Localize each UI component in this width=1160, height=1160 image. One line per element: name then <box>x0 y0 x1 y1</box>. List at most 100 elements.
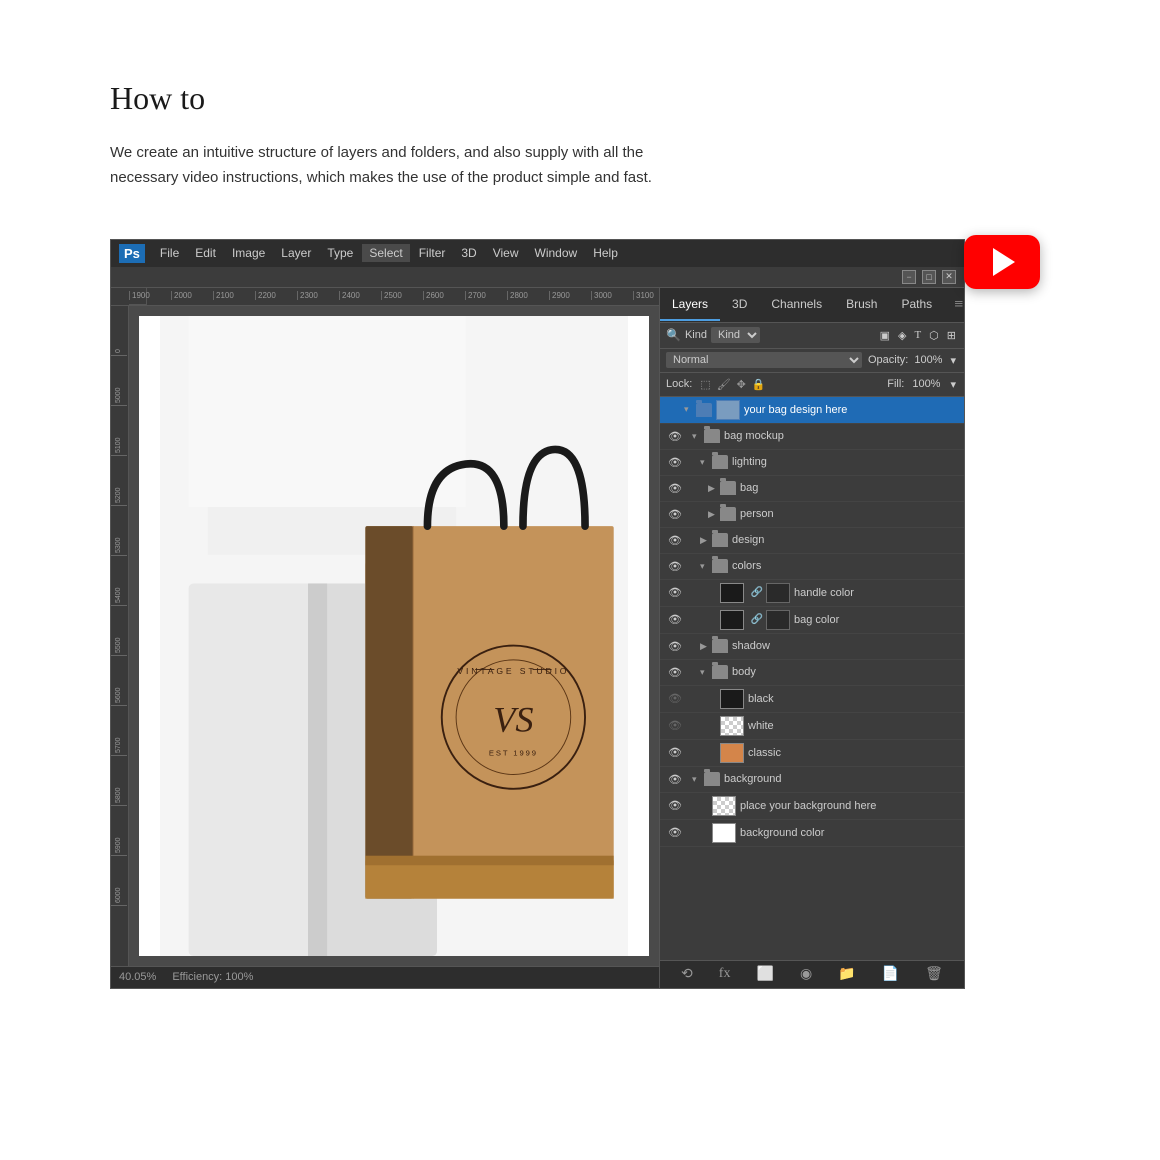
layer-collapse-icon[interactable]: ▾ <box>700 457 712 468</box>
tab-paths[interactable]: Paths <box>889 289 944 321</box>
layer-collapse-icon[interactable]: ▾ <box>692 431 704 442</box>
layer-visibility-icon[interactable]: 👁 <box>666 430 684 443</box>
new-layer-button[interactable]: 📄 <box>877 964 904 985</box>
layer-item[interactable]: 👁 🔗 bag color <box>660 607 964 634</box>
layer-name: bag <box>740 482 958 494</box>
layer-item[interactable]: 👁 classic <box>660 740 964 767</box>
layer-visibility-icon[interactable]: 👁 <box>666 508 684 521</box>
layer-visibility-icon[interactable]: 👁 <box>666 640 684 653</box>
layer-collapse-icon[interactable]: ▶ <box>700 641 712 652</box>
svg-text:VS: VS <box>493 699 533 739</box>
layer-item[interactable]: 👁 black <box>660 686 964 713</box>
layer-collapse-icon[interactable]: ▾ <box>692 774 704 785</box>
lock-all-icon[interactable]: 🔒 <box>752 378 766 391</box>
layer-item[interactable]: 👁 background color <box>660 820 964 847</box>
layer-item[interactable]: 👁 ▾ body <box>660 660 964 686</box>
panel-options-button[interactable]: ≡ <box>944 288 973 322</box>
lock-position-icon[interactable]: ✥ <box>737 378 746 391</box>
minimize-button[interactable]: − <box>902 270 916 284</box>
menu-select[interactable]: Select <box>362 244 409 262</box>
fill-dropdown-icon[interactable]: ▾ <box>948 376 958 393</box>
tab-brush[interactable]: Brush <box>834 289 889 321</box>
layer-collapse-icon[interactable]: ▾ <box>700 667 712 678</box>
blend-mode-select[interactable]: Normal <box>666 352 862 368</box>
filter-type-icon[interactable]: T <box>912 327 923 344</box>
menu-image[interactable]: Image <box>225 244 272 262</box>
layer-visibility-icon[interactable]: 👁 <box>666 456 684 469</box>
search-icon: 🔍 <box>666 328 681 343</box>
layer-item[interactable]: 👁 ▾ background <box>660 767 964 793</box>
menu-3d[interactable]: 3D <box>454 244 483 262</box>
maximize-button[interactable]: □ <box>922 270 936 284</box>
layer-item[interactable]: 👁 ▾ lighting <box>660 450 964 476</box>
canvas-image: VS VINTAGE STUDIO EST 1999 <box>139 316 649 956</box>
filter-smart-icon[interactable]: ⊞ <box>945 327 958 344</box>
filter-shape-icon[interactable]: ⬡ <box>927 327 941 344</box>
layer-item[interactable]: 👁 🔗 handle color <box>660 580 964 607</box>
ruler-left-num: 5900 <box>111 806 127 856</box>
ruler-left-num: 0 <box>111 306 127 356</box>
layer-collapse-icon[interactable]: ▾ <box>700 561 712 572</box>
layer-visibility-icon[interactable]: 👁 <box>666 482 684 495</box>
kind-select[interactable]: Kind <box>711 327 760 343</box>
youtube-button[interactable] <box>964 235 1040 289</box>
layer-visibility-icon[interactable]: 👁 <box>666 799 684 812</box>
new-group-button[interactable]: 📁 <box>833 964 860 985</box>
lock-transparent-icon[interactable]: ⬚ <box>700 378 710 391</box>
layer-item[interactable]: 👁 ▾ colors <box>660 554 964 580</box>
layer-item[interactable]: 👁 ▶ design <box>660 528 964 554</box>
layer-visibility-icon[interactable]: 👁 <box>666 719 684 732</box>
layer-item[interactable]: 👁 ▶ person <box>660 502 964 528</box>
fx-button[interactable]: fx <box>714 964 736 984</box>
canvas-with-ruler: 0 5000 5100 5200 5300 5400 5500 5600 570… <box>111 306 659 966</box>
menu-view[interactable]: View <box>486 244 526 262</box>
layer-visibility-icon[interactable]: 👁 <box>666 613 684 626</box>
delete-layer-button[interactable]: 🗑 <box>920 964 948 985</box>
tab-layers[interactable]: Layers <box>660 289 720 321</box>
layer-visibility-icon[interactable]: 👁 <box>666 773 684 786</box>
ruler-num: 3100 <box>633 291 659 300</box>
layer-collapse-icon[interactable]: ▶ <box>700 535 712 546</box>
menu-window[interactable]: Window <box>528 244 585 262</box>
tab-channels[interactable]: Channels <box>759 289 834 321</box>
layer-item[interactable]: 👁 place your background here <box>660 793 964 820</box>
menu-filter[interactable]: Filter <box>412 244 453 262</box>
svg-text:VINTAGE STUDIO: VINTAGE STUDIO <box>457 666 569 676</box>
layer-collapse-icon[interactable]: ▶ <box>708 483 720 494</box>
opacity-dropdown-icon[interactable]: ▾ <box>948 352 958 369</box>
lock-image-icon[interactable]: 🖌 <box>717 378 731 391</box>
menu-edit[interactable]: Edit <box>188 244 223 262</box>
layer-name: background color <box>740 827 958 839</box>
menu-help[interactable]: Help <box>586 244 625 262</box>
layer-item[interactable]: 👁 ▾ bag mockup <box>660 424 964 450</box>
page-description: We create an intuitive structure of laye… <box>110 141 670 191</box>
layer-visibility-icon[interactable]: 👁 <box>666 666 684 679</box>
layer-collapse-icon[interactable]: ▶ <box>708 509 720 520</box>
layer-visibility-icon[interactable]: 👁 <box>666 534 684 547</box>
layer-name: place your background here <box>740 800 958 812</box>
layer-collapse-icon[interactable]: ▾ <box>684 404 696 415</box>
close-button[interactable]: ✕ <box>942 270 956 284</box>
add-mask-button[interactable]: ⬜ <box>751 964 778 985</box>
layer-item[interactable]: 👁 white <box>660 713 964 740</box>
layer-visibility-icon[interactable]: 👁 <box>666 692 684 705</box>
layer-item[interactable]: ▾ your bag design here <box>660 397 964 424</box>
layer-visibility-icon[interactable]: 👁 <box>666 826 684 839</box>
ruler-num: 2100 <box>213 291 255 300</box>
link-layers-button[interactable]: ⟲ <box>676 964 698 985</box>
layer-visibility-icon[interactable]: 👁 <box>666 586 684 599</box>
tab-3d[interactable]: 3D <box>720 289 759 321</box>
layer-visibility-icon[interactable]: 👁 <box>666 560 684 573</box>
ruler-left-num: 5100 <box>111 406 127 456</box>
layer-thumbnail <box>720 689 744 709</box>
filter-pixel-icon[interactable]: ▣ <box>878 327 892 344</box>
layer-item[interactable]: 👁 ▶ shadow <box>660 634 964 660</box>
layer-visibility-icon[interactable]: 👁 <box>666 746 684 759</box>
menu-layer[interactable]: Layer <box>274 244 318 262</box>
layer-item[interactable]: 👁 ▶ bag <box>660 476 964 502</box>
menu-file[interactable]: File <box>153 244 186 262</box>
filter-adjust-icon[interactable]: ◈ <box>896 327 908 344</box>
main-area: 1900 2000 2100 2200 2300 2400 2500 2600 … <box>111 288 964 988</box>
menu-type[interactable]: Type <box>320 244 360 262</box>
adjustment-button[interactable]: ◉ <box>795 964 817 985</box>
